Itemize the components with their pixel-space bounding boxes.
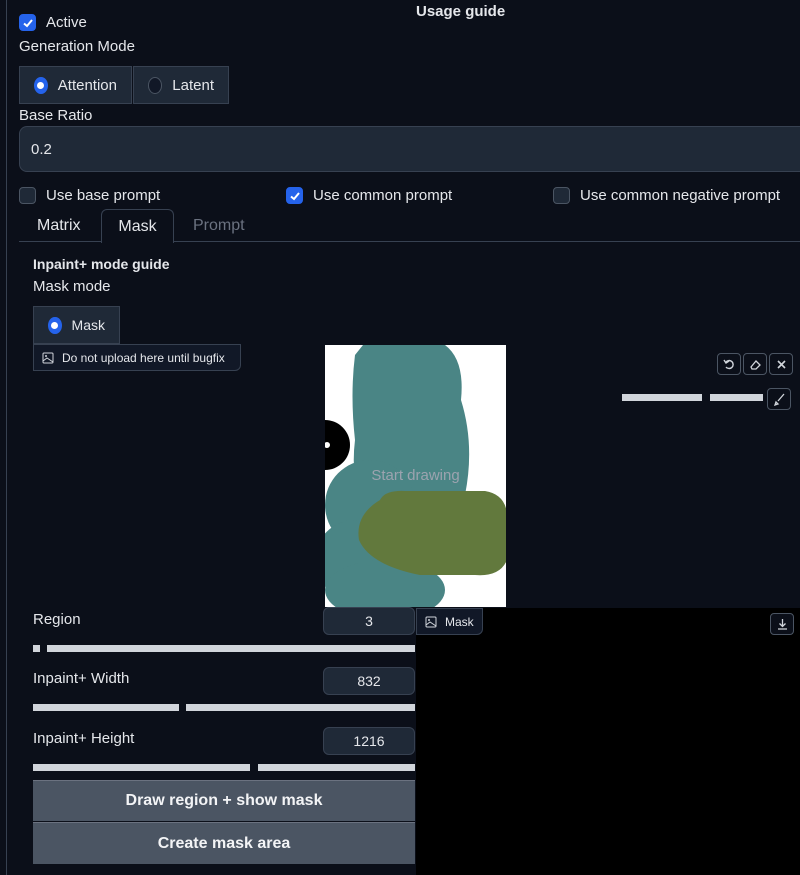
generation-mode-label: Generation Mode bbox=[19, 38, 135, 55]
radio-unselected-icon[interactable] bbox=[148, 76, 163, 94]
inpaint-width-input[interactable]: 832 bbox=[323, 667, 415, 695]
brush-opacity-slider[interactable] bbox=[710, 394, 763, 401]
tab-matrix[interactable]: Matrix bbox=[37, 217, 81, 235]
mask-output-label: Mask bbox=[445, 614, 474, 629]
use-common-prompt-checkbox[interactable]: Use common prompt bbox=[286, 187, 452, 204]
generation-mode-latent[interactable]: Latent bbox=[133, 66, 229, 104]
checkbox-icon[interactable] bbox=[553, 187, 570, 204]
mask-output-panel bbox=[416, 608, 800, 875]
image-icon bbox=[42, 352, 54, 364]
canvas-placeholder: Start drawing bbox=[371, 467, 460, 484]
undo-button[interactable] bbox=[717, 353, 741, 375]
drawing-canvas[interactable]: Start drawing bbox=[325, 345, 506, 607]
inpaint-width-label: Inpaint+ Width bbox=[33, 670, 130, 687]
mask-mode-mask-option[interactable]: Mask bbox=[33, 306, 120, 344]
inpaint-height-slider-track[interactable] bbox=[258, 764, 415, 771]
inpaint-height-slider-fill[interactable] bbox=[33, 764, 250, 771]
latent-label: Latent bbox=[172, 76, 214, 94]
create-mask-button[interactable]: Create mask area bbox=[33, 822, 415, 864]
attention-label: Attention bbox=[57, 76, 117, 94]
radio-selected-icon[interactable] bbox=[34, 76, 48, 94]
draw-region-button[interactable]: Draw region + show mask bbox=[33, 780, 415, 821]
mask-mode-label: Mask mode bbox=[33, 278, 111, 295]
inpaint-height-input[interactable]: 1216 bbox=[323, 727, 415, 755]
tab-mask-label: Mask bbox=[118, 217, 157, 235]
close-icon bbox=[776, 359, 786, 369]
region-slider-handle[interactable] bbox=[33, 645, 40, 652]
checkbox-icon[interactable] bbox=[19, 187, 36, 204]
mask-output-label-badge: Mask bbox=[416, 608, 483, 635]
base-ratio-label: Base Ratio bbox=[19, 107, 93, 124]
active-check-icon[interactable] bbox=[19, 14, 36, 31]
region-slider-track[interactable] bbox=[47, 645, 415, 652]
inpaint-width-slider-track[interactable] bbox=[186, 704, 415, 711]
tab-prompt[interactable]: Prompt bbox=[193, 217, 245, 235]
use-common-prompt-label: Use common prompt bbox=[313, 187, 453, 204]
eraser-icon bbox=[749, 359, 761, 370]
brush-button[interactable] bbox=[767, 388, 791, 410]
inpaint-width-slider-fill[interactable] bbox=[33, 704, 179, 711]
tab-mask[interactable]: Mask bbox=[101, 209, 174, 243]
base-ratio-value: 0.2 bbox=[31, 140, 52, 158]
inpaint-height-label: Inpaint+ Height bbox=[33, 730, 135, 747]
region-label: Region bbox=[33, 611, 81, 628]
upload-label-badge: Do not upload here until bugfix bbox=[33, 344, 241, 371]
radio-selected-icon[interactable] bbox=[48, 316, 62, 334]
region-number-input[interactable]: 3 bbox=[323, 607, 415, 635]
panel-left-border bbox=[6, 0, 7, 875]
active-label: Active bbox=[46, 14, 87, 31]
use-base-prompt-label: Use base prompt bbox=[46, 187, 161, 204]
brush-icon bbox=[773, 393, 784, 406]
generation-mode-attention[interactable]: Attention bbox=[19, 66, 132, 104]
undo-icon bbox=[722, 359, 734, 369]
base-ratio-input[interactable]: 0.2 bbox=[19, 126, 800, 172]
upload-label-text: Do not upload here until bugfix bbox=[62, 350, 225, 365]
checkbox-checked-icon[interactable] bbox=[286, 187, 303, 204]
clear-button[interactable] bbox=[769, 353, 793, 375]
eraser-button[interactable] bbox=[743, 353, 767, 375]
use-common-negative-prompt-label: Use common negative prompt bbox=[580, 187, 781, 204]
brush-size-slider[interactable] bbox=[622, 394, 702, 401]
download-icon bbox=[777, 618, 787, 630]
image-icon bbox=[425, 616, 437, 628]
inpaint-guide-title[interactable]: Inpaint+ mode guide bbox=[33, 256, 170, 272]
usage-guide-header[interactable]: Usage guide bbox=[416, 3, 505, 20]
use-base-prompt-checkbox[interactable]: Use base prompt bbox=[19, 187, 160, 204]
active-checkbox[interactable]: Active bbox=[19, 14, 87, 31]
mask-option-label: Mask bbox=[71, 317, 105, 333]
use-common-negative-prompt-checkbox[interactable]: Use common negative prompt bbox=[553, 187, 780, 204]
download-button[interactable] bbox=[770, 613, 794, 635]
